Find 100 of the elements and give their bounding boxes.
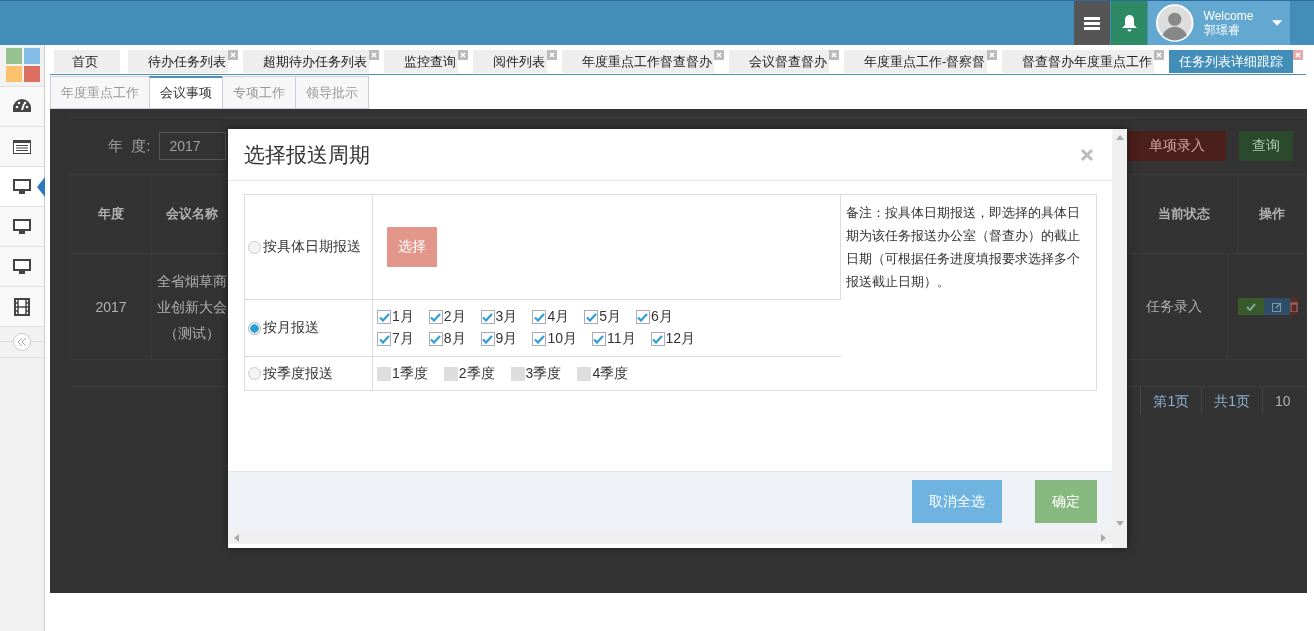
- checkbox[interactable]: [377, 366, 391, 381]
- tab[interactable]: 督查督办年度重点工作: [1002, 50, 1155, 73]
- pagination-item[interactable]: 共1页: [1201, 387, 1262, 415]
- close-icon[interactable]: [1154, 50, 1165, 60]
- collapse-button[interactable]: [13, 333, 31, 351]
- film-icon: [14, 297, 30, 316]
- checkbox[interactable]: [428, 310, 443, 324]
- checkbox-label: 12月: [665, 330, 696, 348]
- close-icon[interactable]: [547, 50, 557, 60]
- vertical-scrollbar[interactable]: [1112, 129, 1127, 548]
- sidebar-button[interactable]: [0, 126, 44, 166]
- sidebar-button[interactable]: [0, 206, 44, 246]
- close-icon[interactable]: [228, 50, 238, 60]
- left-arrow-icon[interactable]: [234, 533, 239, 542]
- list-icon: [13, 139, 31, 154]
- gauge-icon: [13, 99, 31, 114]
- checkbox[interactable]: [636, 310, 650, 324]
- monitor-icon: [13, 179, 31, 194]
- radio-button[interactable]: [248, 240, 261, 254]
- checkbox[interactable]: [480, 332, 495, 346]
- check-icon: [1246, 302, 1256, 311]
- close-icon[interactable]: [829, 50, 839, 60]
- tab[interactable]: 待办任务列表: [128, 50, 228, 73]
- close-icon[interactable]: [458, 50, 468, 60]
- option-label: 按月报送: [263, 319, 319, 337]
- horizontal-scrollbar[interactable]: [228, 531, 1112, 544]
- column-header: 操作: [1258, 205, 1286, 223]
- checkbox[interactable]: [532, 332, 547, 346]
- tab[interactable]: 年度重点工作-督察督: [844, 50, 988, 73]
- checkbox-label: 4季度: [592, 364, 629, 383]
- checkbox-label: 3月: [495, 308, 518, 326]
- user-name: 郭璟睿: [1203, 23, 1241, 37]
- pagination-item[interactable]: 10: [1262, 387, 1307, 415]
- pagination-item[interactable]: 第1页: [1140, 387, 1202, 415]
- up-arrow-icon[interactable]: [1115, 135, 1124, 140]
- sidebar-button[interactable]: [0, 166, 44, 206]
- monitor-icon: [13, 219, 31, 234]
- edit-icon: [1272, 301, 1282, 312]
- dialog-title: 选择报送周期: [244, 141, 370, 168]
- checkbox-label: 10月: [547, 330, 577, 348]
- checkbox[interactable]: [377, 310, 391, 324]
- table-cell-text: 全省烟草商业创新大会（测试）: [155, 271, 228, 343]
- delete-button[interactable]: [1290, 298, 1298, 315]
- tab[interactable]: 任务列表详细跟踪: [1169, 50, 1294, 73]
- double-chevron-icon: [17, 338, 27, 346]
- sidebar-button[interactable]: [0, 246, 44, 286]
- checkbox-label: 3季度: [525, 364, 562, 383]
- checkbox[interactable]: [377, 332, 391, 346]
- filter-button[interactable]: 查询: [1239, 131, 1293, 161]
- close-icon[interactable]: [1080, 147, 1094, 162]
- checkbox-label: 7月: [392, 330, 414, 348]
- note-text: 备注：按具体日期报送，即选择的具体日期为该任务报送办公室（督查办）的截止日期（可根据任务进度填报要求选择多个报送截止日期）。: [846, 204, 1081, 291]
- close-icon[interactable]: [1293, 50, 1304, 60]
- subtab[interactable]: 会议事项: [149, 76, 222, 109]
- sidebar-button[interactable]: [0, 286, 44, 326]
- year-label: 年 度:: [108, 136, 151, 156]
- checkbox[interactable]: [650, 332, 665, 346]
- column-header: 年度: [71, 175, 152, 253]
- tab[interactable]: 首页: [54, 50, 120, 73]
- checkbox[interactable]: [584, 310, 599, 324]
- checkbox[interactable]: [510, 366, 525, 381]
- checkbox-label: 11月: [606, 330, 636, 348]
- checkbox[interactable]: [532, 310, 547, 324]
- tab[interactable]: 年度重点工作督查督办: [562, 50, 714, 73]
- checkbox-label: 6月: [651, 308, 673, 326]
- pointer-icon: [37, 177, 45, 197]
- down-arrow-icon[interactable]: [1115, 521, 1124, 526]
- checkbox[interactable]: [443, 366, 458, 381]
- radio-button[interactable]: [248, 367, 261, 380]
- checkbox-label: 8月: [443, 330, 466, 348]
- tab[interactable]: 超期待办任务列表: [243, 50, 369, 73]
- bell-icon: [1121, 14, 1137, 32]
- checkbox[interactable]: [428, 332, 443, 346]
- sidebar-button[interactable]: [0, 86, 44, 126]
- checkbox[interactable]: [480, 310, 495, 324]
- column-header: 当前状态: [1130, 175, 1238, 253]
- tab[interactable]: 阅件列表: [473, 50, 547, 73]
- checkbox-label: 2月: [443, 308, 466, 326]
- checkbox-label: 2季度: [458, 364, 495, 383]
- option-label: 按具体日期报送: [263, 238, 361, 256]
- checkbox[interactable]: [577, 366, 592, 381]
- right-arrow-icon[interactable]: [1101, 533, 1106, 542]
- checkbox-label: 4月: [547, 308, 570, 326]
- approve-button[interactable]: [1238, 298, 1264, 315]
- checkbox[interactable]: [591, 332, 606, 346]
- tab[interactable]: 监控查询: [384, 50, 458, 73]
- year-field[interactable]: 2017: [158, 132, 226, 160]
- option-label: 按季度报送: [263, 364, 333, 383]
- caret-icon: [1271, 20, 1282, 26]
- trash-icon: [1290, 301, 1298, 312]
- radio-button[interactable]: [248, 321, 261, 335]
- tab[interactable]: 会议督查督办: [729, 50, 829, 73]
- edit-button[interactable]: [1264, 298, 1290, 315]
- monitor-icon: [13, 259, 31, 274]
- close-icon[interactable]: [987, 50, 998, 60]
- close-icon[interactable]: [714, 50, 724, 60]
- notification-button[interactable]: [1111, 1, 1147, 45]
- menu-button[interactable]: [1074, 1, 1110, 45]
- close-icon[interactable]: [369, 50, 379, 60]
- filter-button[interactable]: 单项录入: [1128, 131, 1226, 161]
